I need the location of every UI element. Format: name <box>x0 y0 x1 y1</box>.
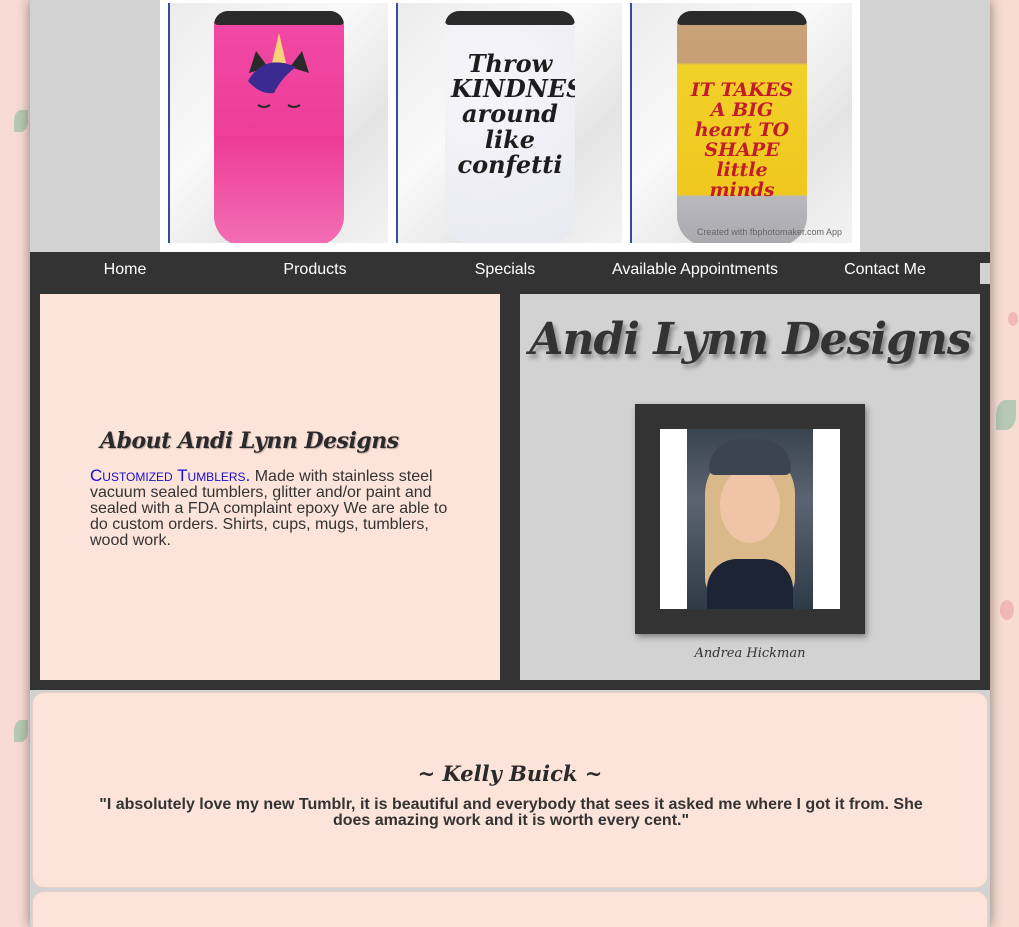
nav-products[interactable]: Products <box>220 252 410 288</box>
testimonial-author: ~ Kelly Buick ~ <box>417 761 603 786</box>
profile-photo-frame <box>635 404 865 634</box>
nav-contact-me[interactable]: Contact Me <box>790 252 980 288</box>
nav-home[interactable]: Home <box>30 252 220 288</box>
tumbler-lid <box>445 11 575 25</box>
testimonial-card <box>32 891 988 927</box>
background-leaf <box>14 720 28 742</box>
content-section: About Andi Lynn Designs Customized Tumbl… <box>30 294 990 690</box>
tumbler-photo-heart: IT TAKES A BIG heart TO SHAPE little min… <box>630 3 852 243</box>
profile-photo <box>687 429 813 609</box>
about-description: Customized Tumblers. Made with stainless… <box>90 466 460 549</box>
about-highlight: Customized Tumblers. <box>90 466 251 485</box>
background-flower <box>1000 600 1014 620</box>
background-flower <box>1008 312 1018 326</box>
page-container: Throw KINDNESS around like confetti IT T… <box>30 0 990 927</box>
nav-specials[interactable]: Specials <box>410 252 600 288</box>
photo-watermark: Created with fbphotomaker.com App <box>696 227 842 237</box>
tumbler-photo-kindness: Throw KINDNESS around like confetti <box>396 3 622 243</box>
testimonial-quote: "I absolutely love my new Tumblr, it is … <box>99 796 923 829</box>
about-heading: About Andi Lynn Designs <box>100 428 399 454</box>
tumbler-yellow: IT TAKES A BIG heart TO SHAPE little min… <box>677 11 807 243</box>
about-panel: About Andi Lynn Designs Customized Tumbl… <box>40 294 500 680</box>
main-navigation: Home Products Specials Available Appoint… <box>30 252 990 294</box>
photo-face <box>720 467 780 543</box>
unicorn-icon <box>248 33 309 108</box>
tumbler-slogan: Throw KINDNESS around like confetti <box>451 49 575 179</box>
background-leaf <box>996 400 1016 430</box>
tumbler-lid <box>214 11 344 25</box>
profile-panel: Andi Lynn Designs Andrea Hickman <box>520 294 980 680</box>
tumbler-photo-unicorn <box>168 3 388 243</box>
tumbler-pink <box>214 11 344 243</box>
testimonial-card: ~ Kelly Buick ~ "I absolutely love my ne… <box>32 692 988 888</box>
nav-scroll-handle[interactable] <box>980 263 990 284</box>
photo-cap <box>709 439 791 475</box>
background-leaf <box>14 110 28 132</box>
brand-logo-title: Andi Lynn Designs <box>529 314 971 365</box>
profile-photo-background <box>660 429 840 609</box>
header-banner: Throw KINDNESS around like confetti IT T… <box>160 0 860 252</box>
photo-body <box>707 559 793 609</box>
tumbler-lid <box>677 11 807 25</box>
tumbler-white: Throw KINDNESS around like confetti <box>445 11 575 243</box>
profile-caption: Andrea Hickman <box>694 646 806 661</box>
tumbler-slogan: IT TAKES A BIG heart TO SHAPE little min… <box>690 79 794 201</box>
nav-available-appointments[interactable]: Available Appointments <box>600 252 790 288</box>
